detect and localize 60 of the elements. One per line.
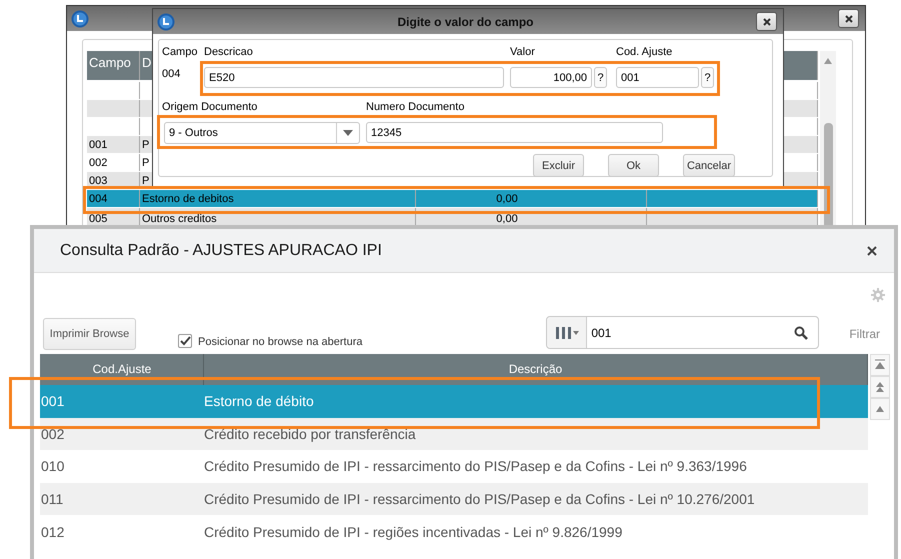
search-icon[interactable] [794, 326, 808, 340]
dialog-button[interactable]: Excluir [533, 154, 584, 177]
table-cell: P [142, 156, 150, 168]
table-cell: 002 [89, 156, 108, 168]
page-up-icon[interactable] [874, 381, 886, 393]
scroll-button[interactable] [870, 376, 890, 398]
dialog-title: Consulta Padrão - AJUSTES APURACAO IPI [60, 242, 383, 260]
app-logo-icon [71, 10, 89, 28]
dialog-button[interactable]: Cancelar [683, 154, 735, 177]
table-cell: Crédito Presumido de IPI - ressarcimento do PIS/Pasep e da Cofins - Lei nº 9.363/1996 [204, 458, 747, 474]
field-label: Origem Documento [162, 101, 258, 114]
help-button[interactable]: ? [594, 67, 607, 88]
dialog-title: Digite o valor do campo [396, 14, 535, 28]
dropdown-field[interactable]: 9 - Outros [164, 122, 360, 144]
table-cell: Estorno de debitos [142, 192, 234, 204]
close-button[interactable] [756, 12, 777, 31]
column-header: Campo [87, 51, 140, 80]
table-cell: Crédito recebido por transferência [204, 426, 416, 442]
table-cell: 005 [89, 213, 108, 225]
table-cell: Outros creditos [142, 213, 217, 225]
input-field[interactable]: E520 [204, 67, 504, 88]
table-cell: 0,00 [496, 192, 518, 204]
search-field[interactable]: 001 [546, 316, 820, 349]
input-field[interactable]: 100,00 [510, 67, 592, 88]
table-cell: 004 [89, 192, 108, 204]
columns-icon[interactable] [554, 326, 579, 340]
table-cell: 0,00 [496, 213, 518, 225]
close-button[interactable] [838, 9, 859, 28]
scroll-up-icon[interactable] [823, 57, 833, 65]
table-cell: 001 [89, 138, 108, 150]
filter-link[interactable]: Filtrar [849, 327, 880, 341]
table-cell: 003 [89, 174, 108, 186]
table-cell: Estorno de débito [204, 393, 314, 410]
field-label: Numero Documento [366, 101, 464, 114]
app-logo-icon [157, 12, 175, 30]
table-cell: P [142, 174, 150, 186]
input-field[interactable]: 001 [616, 67, 699, 88]
table-cell: 011 [41, 491, 64, 508]
field-label: Valor [510, 46, 535, 59]
field-label: Cod. Ajuste [616, 46, 672, 59]
dialog-button[interactable]: Ok [608, 154, 659, 177]
print-button[interactable]: Imprimir Browse [43, 318, 136, 350]
input-field[interactable]: 12345 [366, 122, 663, 143]
checkbox-label: Posicionar no browse na abertura [198, 336, 362, 348]
table-cell: P [142, 138, 150, 150]
table-cell: Crédito Presumido de IPI - ressarcimento do PIS/Pasep e da Cofins - Lei nº 10.276/2001 [204, 491, 755, 508]
table-row[interactable]: 011 Crédito Presumido de IPI - ressarcimento do PIS/Pasep e da Cofins - Lei nº 10.276/2001 [40, 482, 868, 516]
table-cell: 012 [41, 524, 64, 540]
help-button[interactable]: ? [701, 67, 714, 88]
table-cell: 002 [41, 426, 64, 442]
column-selector-button[interactable] [547, 317, 588, 348]
table-cell: 010 [41, 458, 64, 474]
scroll-top-icon[interactable] [874, 359, 886, 371]
checkbox[interactable] [178, 334, 192, 348]
table-cell: 001 [41, 393, 64, 410]
table-cell: Crédito Presumido de IPI - regiões incentivadas - Lei nº 9.826/1999 [204, 524, 622, 540]
scroll-button[interactable] [870, 398, 890, 420]
scroll-button[interactable] [870, 354, 890, 376]
table-row[interactable]: 004 Estorno de debitos 0,00 [87, 190, 818, 208]
field-value: 004 [162, 68, 180, 80]
